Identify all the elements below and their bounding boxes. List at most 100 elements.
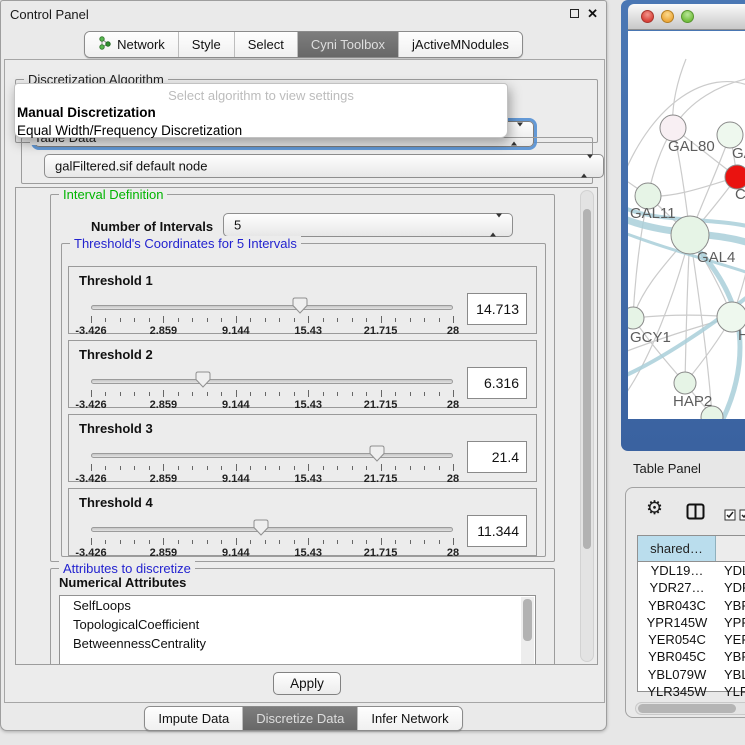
numerical-attributes-label: Numerical Attributes [59, 575, 186, 590]
slider-tick-label: 2.859 [150, 325, 178, 337]
threshold-slider[interactable]: -3.4262.8599.14415.4321.71528 [91, 377, 453, 407]
scrollbar-thumb[interactable] [638, 704, 736, 713]
slider-track[interactable] [91, 379, 453, 384]
cell-shared-name[interactable]: YBL079W [638, 666, 716, 683]
table-row[interactable]: YBR045CYBR0 [638, 648, 745, 665]
table-row[interactable]: YLR345WYLR3 [638, 683, 745, 700]
horizontal-scrollbar[interactable] [635, 702, 745, 715]
slider-track[interactable] [91, 453, 453, 458]
threshold-slider[interactable]: -3.4262.8599.14415.4321.71528 [91, 303, 453, 333]
tab-discretize-data[interactable]: Discretize Data [242, 707, 357, 730]
table-row[interactable]: YER054CYER0 [638, 631, 745, 648]
slider-tick [236, 390, 237, 397]
slider-handle[interactable] [292, 297, 308, 314]
threshold-value-field[interactable]: 14.713 [467, 293, 527, 325]
cell-name[interactable]: YDR2 [716, 579, 745, 596]
slider-tick [337, 466, 338, 470]
slider-track[interactable] [91, 527, 453, 532]
network-canvas[interactable]: GAL80GACGAL11GAL4GCY1HHAP2 [628, 31, 745, 419]
slider-tick [410, 392, 411, 396]
slider-tick-label: 21.715 [364, 325, 398, 337]
checkbox-icon[interactable] [739, 508, 745, 526]
slider-handle[interactable] [195, 371, 211, 388]
column-header-shared-name[interactable]: shared… [638, 536, 716, 561]
threshold-value-field[interactable]: 11.344 [467, 515, 527, 547]
numerical-attributes-list[interactable]: SelfLoopsTopologicalCoefficientBetweenne… [59, 595, 536, 665]
float-window-icon[interactable] [570, 9, 579, 18]
slider-tick [395, 466, 396, 470]
cell-name[interactable]: YBL0 [716, 666, 745, 683]
cell-shared-name[interactable]: YBR043C [638, 597, 716, 614]
cell-shared-name[interactable]: YLR345W [638, 683, 716, 700]
apply-button[interactable]: Apply [273, 672, 341, 695]
slider-tick [395, 540, 396, 544]
cell-name[interactable]: YPR1 [716, 614, 745, 631]
network-window-titlebar[interactable] [628, 4, 745, 30]
tab-jactivemnodules[interactable]: jActiveMNodules [398, 32, 522, 57]
column-header-name[interactable]: n [716, 536, 745, 561]
spinner-arrows-icon[interactable] [581, 159, 593, 174]
slider-tick [207, 466, 208, 470]
slider-track[interactable] [91, 305, 453, 310]
popup-option-equal-width-frequency[interactable]: Equal Width/Frequency Discretization [15, 121, 507, 139]
slider-tick [105, 466, 106, 470]
cell-shared-name[interactable]: YER054C [638, 631, 716, 648]
cell-shared-name[interactable]: YBR045C [638, 648, 716, 665]
cell-name[interactable]: YER0 [716, 631, 745, 648]
tab-cyni-toolbox[interactable]: Cyni Toolbox [297, 32, 398, 57]
slider-tick [337, 318, 338, 322]
table-data-combobox[interactable]: galFiltered.sif default node [44, 154, 604, 178]
slider-tick [381, 538, 382, 545]
tab-impute-data[interactable]: Impute Data [145, 707, 242, 730]
spinner-arrows-icon[interactable] [490, 218, 502, 233]
popup-option-manual-discretization[interactable]: Manual Discretization [15, 103, 507, 121]
slider-handle[interactable] [253, 519, 269, 536]
slider-tick [221, 466, 222, 470]
list-item-betweennesscentrality[interactable]: BetweennessCentrality [60, 634, 535, 653]
list-item-topologicalcoefficient[interactable]: TopologicalCoefficient [60, 615, 535, 634]
network-node-gcy1[interactable] [628, 307, 644, 329]
split-columns-icon[interactable] [686, 503, 705, 525]
tab-select[interactable]: Select [234, 32, 297, 57]
scrollbar-thumb[interactable] [583, 209, 591, 549]
scrollbar-thumb[interactable] [523, 599, 532, 641]
slider-handle[interactable] [369, 445, 385, 462]
slider-tick [424, 392, 425, 396]
table-row[interactable]: YBL079WYBL0 [638, 666, 745, 683]
close-traffic-light-icon[interactable] [641, 10, 654, 23]
tab-network[interactable]: Network [85, 32, 178, 57]
cell-name[interactable]: YBR0 [716, 648, 745, 665]
cell-name[interactable]: YBR0 [716, 597, 745, 614]
list-scrollbar[interactable] [521, 597, 534, 665]
table-row[interactable]: YDL19…YDL1 [638, 562, 745, 579]
slider-tick-label: 15.43 [294, 473, 322, 485]
threshold-value-field[interactable]: 21.4 [467, 441, 527, 473]
list-item-selfloops[interactable]: SelfLoops [60, 596, 535, 615]
tab-style[interactable]: Style [178, 32, 234, 57]
vertical-scrollbar[interactable] [580, 190, 594, 662]
threshold-value-field[interactable]: 6.316 [467, 367, 527, 399]
zoom-traffic-light-icon[interactable] [681, 10, 694, 23]
cell-shared-name[interactable]: YDR27… [638, 579, 716, 596]
cell-shared-name[interactable]: YDL19… [638, 562, 716, 579]
gear-icon[interactable]: ⚙ [646, 497, 663, 519]
close-icon[interactable]: ✕ [587, 6, 598, 22]
network-node-hap2[interactable] [674, 372, 696, 394]
slider-tick [163, 538, 164, 545]
slider-tick [352, 466, 353, 470]
tab-label: Infer Network [371, 711, 448, 726]
table-row[interactable]: YDR27…YDR2 [638, 579, 745, 596]
table-row[interactable]: YBR043CYBR0 [638, 597, 745, 614]
tab-infer-network[interactable]: Infer Network [357, 707, 461, 730]
minimize-traffic-light-icon[interactable] [661, 10, 674, 23]
checkbox-icon[interactable] [724, 508, 736, 526]
slider-tick [250, 318, 251, 322]
cell-name[interactable]: YLR3 [716, 683, 745, 700]
threshold-slider[interactable]: -3.4262.8599.14415.4321.71528 [91, 525, 453, 555]
table-row[interactable]: YPR145WYPR1 [638, 614, 745, 631]
cell-name[interactable]: YDL1 [716, 562, 745, 579]
slider-tick [279, 466, 280, 470]
cell-shared-name[interactable]: YPR145W [638, 614, 716, 631]
number-of-intervals-combobox[interactable]: 5 [223, 213, 513, 237]
threshold-slider[interactable]: -3.4262.8599.14415.4321.71528 [91, 451, 453, 481]
